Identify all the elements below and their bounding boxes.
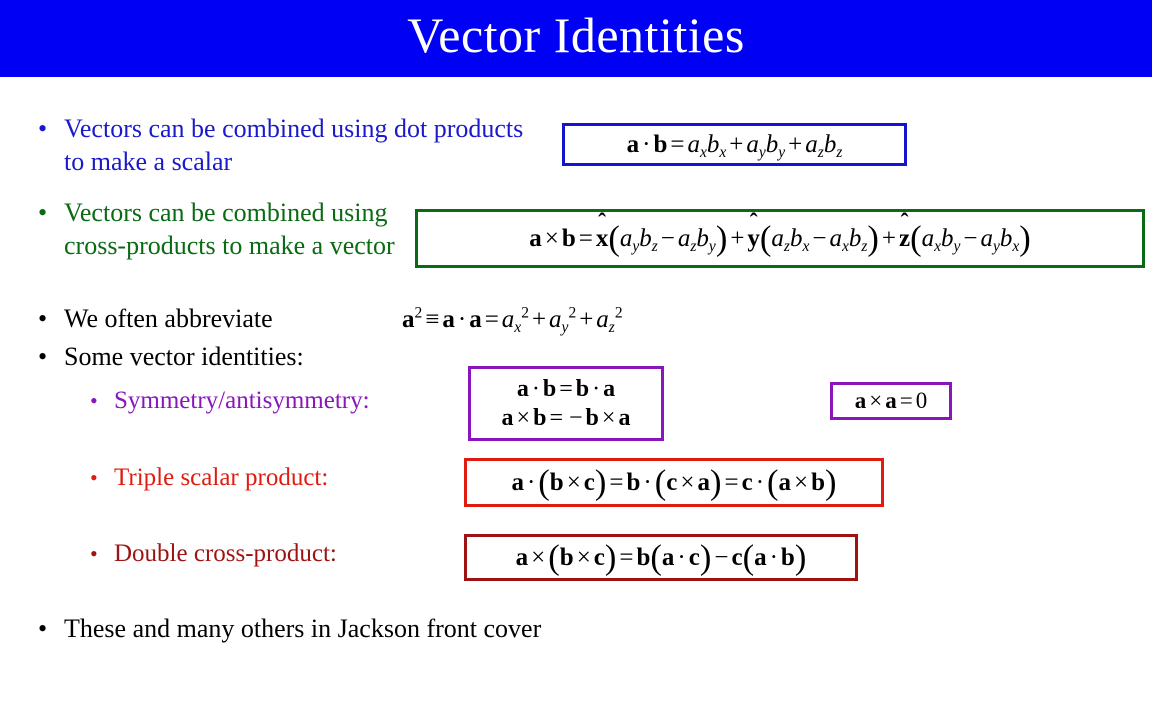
bullet-text: These and many others in Jackson front c… xyxy=(64,614,542,643)
bullet-marker: • xyxy=(90,541,98,566)
bullet-text: Some vector identities: xyxy=(64,342,304,371)
equation-self-cross: a × a = 0 xyxy=(854,388,928,413)
equation-box-self-cross: a × a = 0 xyxy=(830,382,952,420)
equation-box-double-cross: a ×(b × c) = b(a · c) − c(a · b) xyxy=(464,534,858,581)
bullet-text: Double cross-product: xyxy=(114,540,337,567)
bullet-text: Triple scalar product: xyxy=(114,464,329,491)
equation-dot-product: a · b = axbx + ayby + azbz xyxy=(626,130,843,161)
bullet-marker: • xyxy=(38,198,48,227)
bullet-cross-product: • Vectors can be combined using cross-pr… xyxy=(38,196,418,262)
bullet-marker: • xyxy=(38,614,48,643)
bullet-marker: • xyxy=(90,388,98,413)
equation-box-triple-scalar: a ·(b × c) = b ·(c × a) = c ·(a × b) xyxy=(464,458,884,507)
equation-stack-symmetry: a · b = b · a a × b = − b × a xyxy=(502,375,631,433)
bullet-text: We often abbreviate xyxy=(64,304,273,333)
equation-a-squared: a2 ≡ a · a = ax2 + ay2 + az2 xyxy=(402,304,623,336)
bullet-marker: • xyxy=(38,304,48,333)
equation-symmetry-dot: a · b = b · a xyxy=(516,375,616,402)
bullet-triple-scalar: • Triple scalar product: xyxy=(90,462,460,493)
equation-box-symmetry: a · b = b · a a × b = − b × a xyxy=(468,366,664,441)
equation-antisymmetry-cross: a × b = − b × a xyxy=(501,404,631,431)
equation-double-cross: a ×(b × c) = b(a · c) − c(a · b) xyxy=(515,537,807,576)
bullet-abbreviate: • We often abbreviate xyxy=(38,302,398,335)
bullet-symmetry: • Symmetry/antisymmetry: xyxy=(90,385,460,416)
page-title: Vector Identities xyxy=(407,7,745,63)
equation-triple-scalar: a ·(b × c) = b ·(c × a) = c ·(a × b) xyxy=(511,462,837,501)
bullet-marker: • xyxy=(90,465,98,490)
bullet-dot-product: • Vectors can be combined using dot prod… xyxy=(38,112,538,178)
slide: Vector Identities • Vectors can be combi… xyxy=(0,0,1152,720)
bullet-marker: • xyxy=(38,114,48,143)
bullet-jackson-cover: • These and many others in Jackson front… xyxy=(38,612,738,645)
bullet-text: Vectors can be combined using dot produc… xyxy=(64,114,524,176)
equation-cross-product: a×b=x(aybz−azby)+y(azbx−axbz)+z(axby−ayb… xyxy=(529,221,1031,256)
bullet-marker: • xyxy=(38,342,48,371)
bullet-identities-intro: • Some vector identities: xyxy=(38,340,438,373)
equation-box-a-squared: a2 ≡ a · a = ax2 + ay2 + az2 xyxy=(402,300,732,340)
equation-box-cross-product: a×b=x(aybz−azby)+y(azbx−axbz)+z(axby−ayb… xyxy=(415,209,1145,268)
bullet-double-cross: • Double cross-product: xyxy=(90,538,460,569)
bullet-text: Symmetry/antisymmetry: xyxy=(114,387,370,414)
bullet-text: Vectors can be combined using cross-prod… xyxy=(64,198,395,260)
equation-box-dot-product: a · b = axbx + ayby + azbz xyxy=(562,123,907,166)
